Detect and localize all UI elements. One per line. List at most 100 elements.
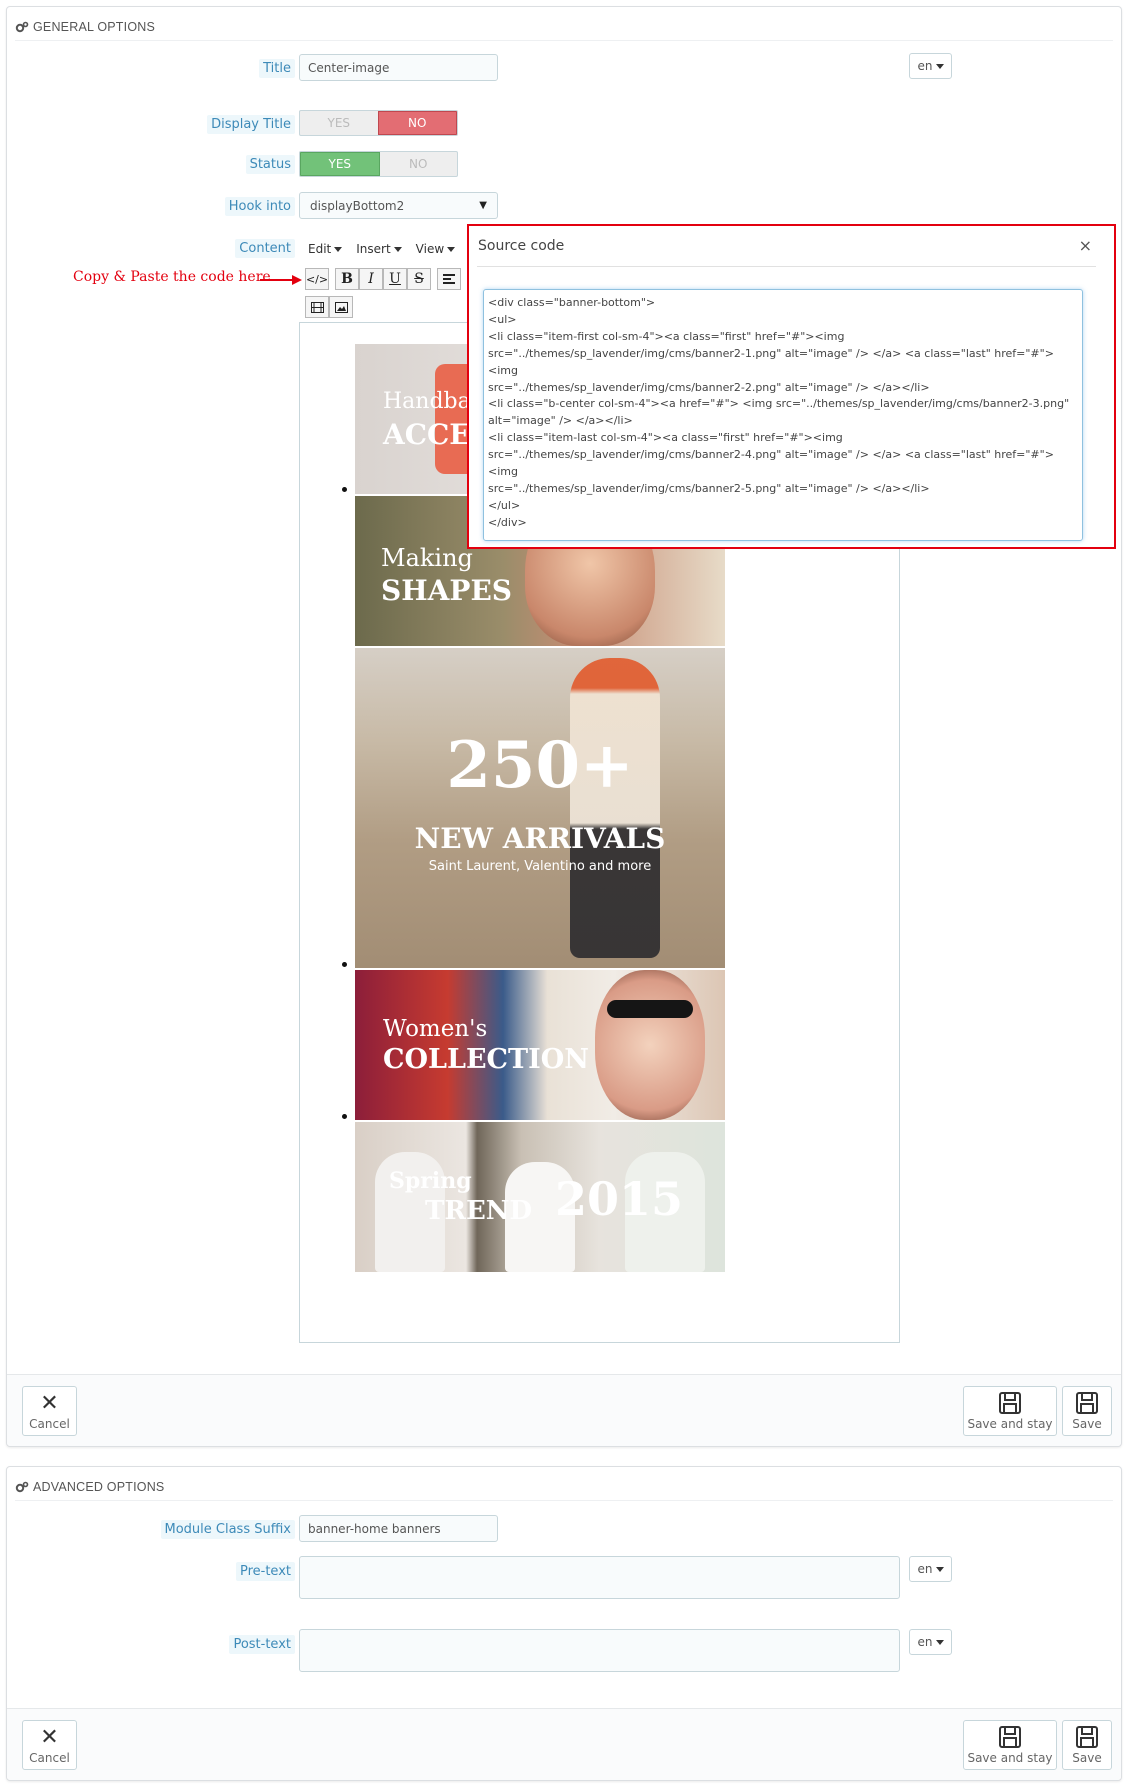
banner-text: SHAPES (381, 574, 513, 607)
save-and-stay-button[interactable]: Save and stay (963, 1720, 1057, 1770)
media-button[interactable] (305, 296, 329, 318)
hook-select[interactable]: displayBottom2 ▼ (299, 192, 498, 219)
arrow-right-icon (260, 275, 302, 285)
status-yes[interactable]: YES (300, 152, 380, 176)
cancel-button[interactable]: ✕ Cancel (22, 1386, 77, 1436)
source-code-dialog: Source code × <div class="banner-bottom"… (467, 224, 1116, 549)
caret-down-icon (935, 1566, 944, 1572)
cogs-icon (15, 1481, 29, 1492)
menu-edit[interactable]: Edit (308, 242, 343, 256)
button-label: Save and stay (967, 1751, 1053, 1765)
italic-button[interactable]: I (359, 268, 383, 290)
pre-text-textarea[interactable] (299, 1556, 900, 1599)
panel-title: GENERAL OPTIONS (33, 19, 156, 34)
list-bullet (342, 1114, 347, 1119)
button-label: Save and stay (967, 1417, 1053, 1431)
panel-heading: GENERAL OPTIONS (15, 13, 1113, 41)
editor-menubar: Edit Insert View (308, 242, 456, 256)
banner-big-number: 250+ (446, 728, 634, 803)
model-figure (570, 658, 660, 958)
save-icon (1076, 1392, 1098, 1414)
list-bullet (342, 962, 347, 967)
panel-footer: ✕ Cancel Save and stay Save (7, 1708, 1121, 1780)
banner-new-arrivals: 250+ NEW ARRIVALS Saint Laurent, Valenti… (355, 648, 725, 968)
display-title-yes[interactable]: YES (300, 111, 378, 135)
save-button[interactable]: Save (1062, 1720, 1112, 1770)
banner-subtext: Saint Laurent, Valentino and more (428, 859, 652, 874)
caret-down-icon (334, 247, 343, 252)
module-class-suffix-label: Module Class Suffix (160, 1520, 295, 1539)
source-code-textarea[interactable]: <div class="banner-bottom"> <ul> <li cla… (483, 289, 1083, 541)
post-text-textarea[interactable] (299, 1629, 900, 1672)
close-icon: ✕ (40, 1391, 59, 1416)
button-label: Cancel (29, 1751, 70, 1765)
image-button[interactable] (329, 296, 353, 318)
image-icon (334, 301, 348, 313)
caret-down-icon (393, 247, 402, 252)
banner-spring-trend: Spring TREND 2015 (355, 1122, 725, 1272)
banner-text: TREND (425, 1196, 533, 1226)
banner-text: Women's (383, 1016, 488, 1042)
post-text-label: Post-text (229, 1635, 295, 1654)
content-label: Content (235, 239, 295, 258)
dialog-title: Source code (478, 238, 565, 254)
banner-womens-collection: Women's COLLECTION (355, 970, 725, 1120)
close-icon: ✕ (40, 1725, 59, 1750)
language-code: en (917, 59, 933, 73)
post-text-language-dropdown[interactable]: en (909, 1629, 952, 1655)
save-icon (1076, 1726, 1098, 1748)
caret-down-icon (935, 1639, 944, 1645)
button-label: Save (1072, 1417, 1102, 1431)
hook-label: Hook into (224, 197, 295, 216)
advanced-options-panel: ADVANCED OPTIONS Module Class Suffix ban… (6, 1466, 1122, 1781)
display-title-switch[interactable]: YES NO (299, 110, 458, 136)
film-icon (310, 301, 324, 313)
close-icon[interactable]: × (1079, 236, 1092, 255)
caret-down-icon (447, 247, 456, 252)
menu-insert[interactable]: Insert (356, 242, 402, 256)
save-icon (999, 1392, 1021, 1414)
select-arrow-icon: ▼ (479, 200, 487, 211)
save-button[interactable]: Save (1062, 1386, 1112, 1436)
button-label: Save (1072, 1751, 1102, 1765)
strikethrough-button[interactable]: S (407, 268, 431, 290)
caret-down-icon (935, 63, 944, 69)
sunglasses-shape (607, 1000, 693, 1018)
list-bullet (342, 487, 347, 492)
button-label: Cancel (29, 1417, 70, 1431)
dialog-divider (477, 266, 1096, 267)
banner-text: Spring (389, 1168, 472, 1194)
hook-value: displayBottom2 (310, 198, 405, 213)
bold-button[interactable]: B (335, 268, 359, 290)
portrait-face (595, 970, 705, 1120)
pre-text-language-dropdown[interactable]: en (909, 1556, 952, 1582)
menu-view[interactable]: View (416, 242, 456, 256)
general-options-panel: GENERAL OPTIONS Title Center-image en Di… (6, 6, 1122, 1447)
panel-title: ADVANCED OPTIONS (33, 1479, 165, 1494)
copy-paste-annotation: Copy & Paste the code here (73, 269, 271, 285)
banner-text: NEW ARRIVALS (414, 822, 666, 855)
save-icon (999, 1726, 1021, 1748)
banner-text: Making (381, 544, 473, 572)
cogs-icon (15, 21, 29, 32)
cancel-button[interactable]: ✕ Cancel (22, 1720, 77, 1770)
display-title-no[interactable]: NO (377, 111, 457, 135)
language-code: en (917, 1635, 933, 1649)
status-label: Status (245, 155, 295, 174)
language-code: en (917, 1562, 933, 1576)
status-switch[interactable]: YES NO (299, 151, 458, 177)
title-input[interactable]: Center-image (299, 54, 498, 81)
module-class-suffix-input[interactable]: banner-home banners (299, 1515, 498, 1542)
pre-text-label: Pre-text (235, 1562, 295, 1581)
align-left-button[interactable] (437, 268, 461, 290)
source-code-button[interactable]: </> (305, 268, 329, 290)
status-no[interactable]: NO (380, 152, 458, 176)
panel-heading: ADVANCED OPTIONS (15, 1473, 1113, 1501)
banner-year: 2015 (555, 1172, 684, 1226)
save-and-stay-button[interactable]: Save and stay (963, 1386, 1057, 1436)
title-label: Title (259, 59, 295, 78)
banner-text: COLLECTION (383, 1044, 589, 1075)
display-title-label: Display Title (207, 115, 295, 134)
title-language-dropdown[interactable]: en (909, 53, 952, 79)
underline-button[interactable]: U (383, 268, 407, 290)
